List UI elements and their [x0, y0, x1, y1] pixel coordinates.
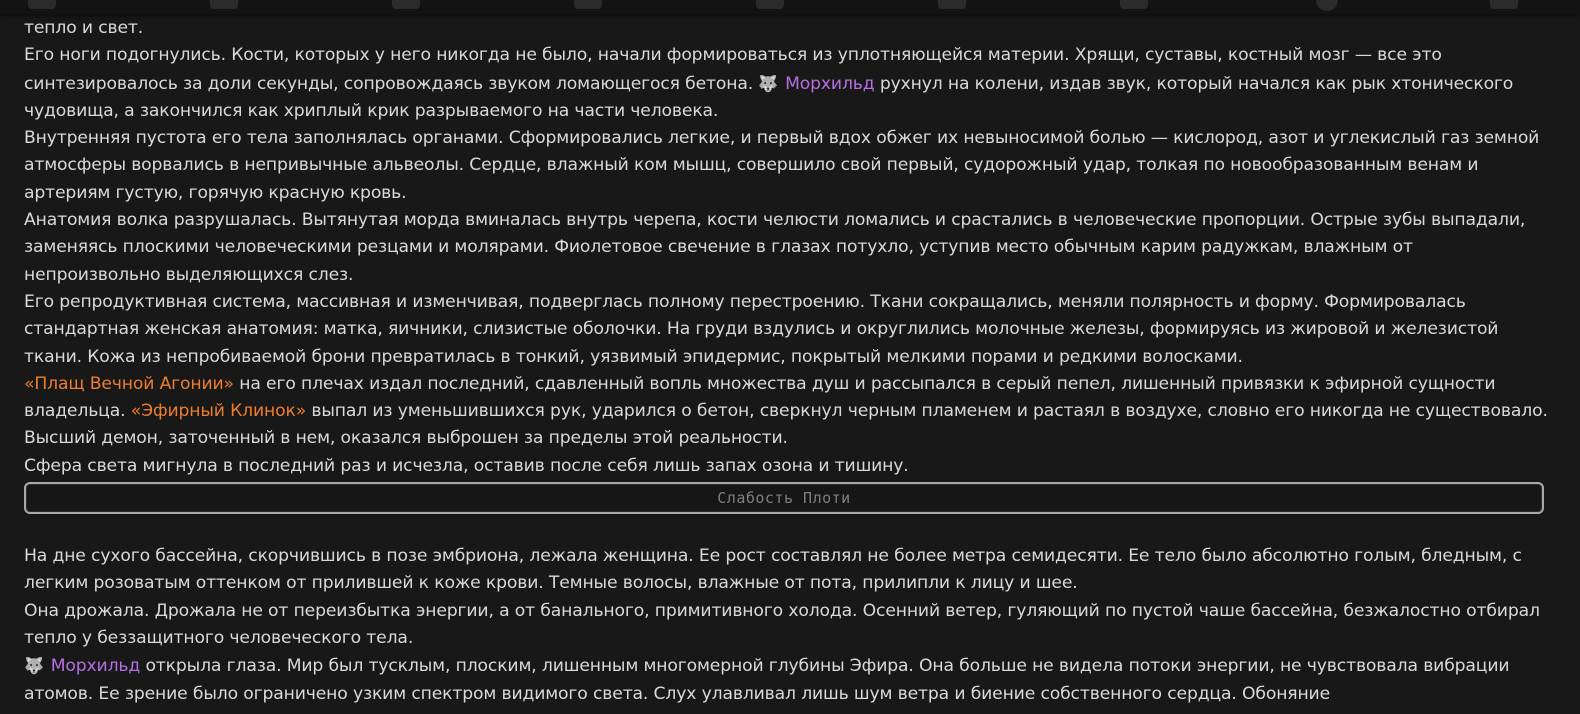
story-paragraph: Внутренняя пустота его тела заполнялась …: [24, 125, 1554, 207]
paragraph-text: Анатомия волка разрушалась. Вытянутая мо…: [24, 210, 1526, 285]
story-text-before-chapter: тепло и свет. Его ноги подогнулись. Кости…: [24, 15, 1554, 480]
story-text-after-chapter: На дне сухого бассейна, скорчившись в по…: [24, 543, 1554, 708]
character-name: Морхильд: [50, 656, 141, 677]
item-name: «Эфирный Клинок»: [130, 401, 307, 422]
tool-icon[interactable]: [28, 0, 56, 9]
top-toolbar: [0, 0, 1580, 14]
character-name: Морхильд: [785, 73, 875, 94]
book-icon[interactable]: [938, 0, 966, 9]
story-paragraph: 🐺 Морхильд открыла глаза. Мир был тусклы…: [24, 652, 1554, 708]
paragraph-text: На дне сухого бассейна, скорчившись в по…: [24, 546, 1522, 594]
paragraph-text: Сфера света мигнула в последний раз и ис…: [24, 455, 909, 476]
story-paragraph: «Плащ Вечной Агонии» на его плечах издал…: [24, 371, 1554, 453]
pin-icon[interactable]: [210, 0, 238, 9]
paragraph-text: Внутренняя пустота его тела заполнялась …: [24, 128, 1540, 203]
compass-icon[interactable]: [1316, 0, 1338, 11]
chat-icon[interactable]: [574, 0, 602, 9]
story-paragraph: Его репродуктивная система, массивная и …: [24, 289, 1554, 371]
item-name: «Плащ Вечной Агонии»: [24, 373, 234, 394]
box-icon[interactable]: [1120, 0, 1148, 9]
wolf-icon: 🐺: [758, 73, 784, 93]
chapter-title: Слабость Плоти: [717, 489, 851, 508]
story-paragraph: Анатомия волка разрушалась. Вытянутая мо…: [24, 207, 1554, 289]
story-paragraph: Его ноги подогнулись. Кости, которых у н…: [24, 42, 1554, 125]
puzzle-icon[interactable]: [756, 0, 784, 9]
story-paragraph: Она дрожала. Дрожала не от переизбытка э…: [24, 598, 1554, 653]
story-paragraph: тепло и свет.: [24, 15, 1554, 42]
paragraph-text: Его репродуктивная система, массивная и …: [24, 291, 1499, 367]
chapter-divider: Слабость Плоти: [24, 482, 1544, 515]
story-paragraph: На дне сухого бассейна, скорчившись в по…: [24, 543, 1554, 598]
folder-icon[interactable]: [1490, 0, 1518, 9]
paragraph-text: Она дрожала. Дрожала не от переизбытка э…: [24, 600, 1540, 648]
paragraph-text: открыла глаза. Мир был тусклым, плоским,…: [24, 656, 1510, 704]
paragraph-text: тепло и свет.: [24, 18, 144, 38]
wolf-icon: 🐺: [24, 656, 49, 676]
story-paragraph: Сфера света мигнула в последний раз и ис…: [24, 453, 1554, 480]
chat-message-body: тепло и свет. Его ноги подогнулись. Кости…: [24, 15, 1554, 708]
network-icon[interactable]: [392, 0, 420, 9]
